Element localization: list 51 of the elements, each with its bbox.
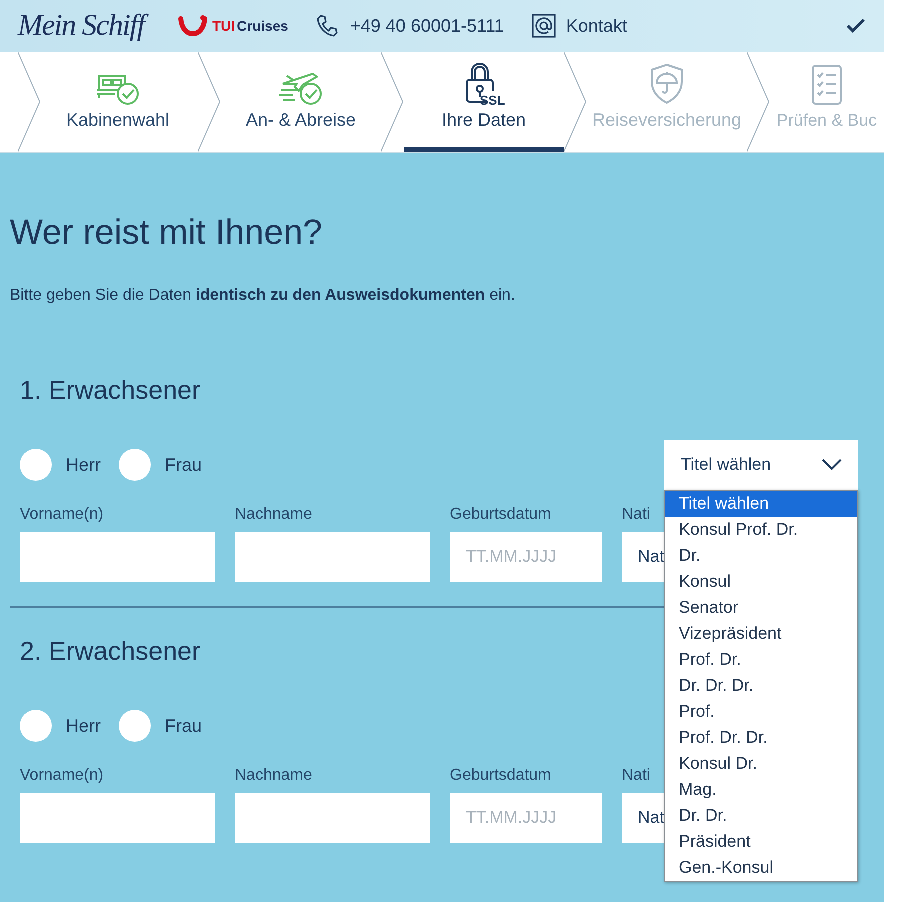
dropdown-option[interactable]: Dr. Dr. Dr. <box>665 673 857 699</box>
dropdown-option[interactable]: Gen.-Konsul <box>665 855 857 881</box>
salutation-radio[interactable]: Herr <box>20 449 101 481</box>
field-label: Geburtsdatum <box>450 767 552 785</box>
checklist-icon <box>810 63 844 107</box>
input-field[interactable] <box>20 532 215 582</box>
contact-link[interactable]: Kontakt <box>566 16 628 36</box>
input-field[interactable]: TT.MM.JJJJ <box>450 793 602 843</box>
page-title: Wer reist mit Ihnen? <box>10 213 324 253</box>
partner-logo-text: Cruises <box>237 18 288 34</box>
input-field[interactable] <box>235 793 430 843</box>
field-label: Vorname(n) <box>20 767 105 785</box>
field-label: Nachname <box>235 506 314 524</box>
phone-link[interactable]: +49 40 60001-5111 <box>350 16 504 36</box>
field-label: Geburtsdatum <box>450 506 552 524</box>
dropdown-option[interactable]: Titel wählen <box>665 491 857 517</box>
title-dropdown[interactable]: Titel wählen <box>664 440 858 490</box>
salutation-radio[interactable]: Frau <box>119 449 202 481</box>
field-label: Nati <box>622 767 652 785</box>
step-tab[interactable]: Kabinenwahl <box>38 52 198 152</box>
dropdown-option[interactable]: Mag. <box>665 777 857 803</box>
dropdown-option[interactable]: Prof. Dr. Dr. <box>665 725 857 751</box>
step-tab[interactable]: An- & Abreise <box>221 52 381 152</box>
salutation-radio[interactable]: Frau <box>119 710 202 742</box>
at-sign-icon <box>532 14 556 38</box>
input-field[interactable]: TT.MM.JJJJ <box>450 532 602 582</box>
chevron-down-icon <box>822 459 842 471</box>
phone-icon <box>316 14 340 38</box>
field-label: Nachname <box>235 767 314 785</box>
intro-text: Bitte geben Sie die Daten identisch zu den Ausweisdokumenten ein. <box>10 287 516 305</box>
dropdown-option[interactable]: Konsul <box>665 569 857 595</box>
partner-logo-text: TUI <box>212 18 236 34</box>
check-icon <box>846 18 866 34</box>
brand-logo[interactable]: Mein Schiff <box>18 7 150 45</box>
input-field[interactable] <box>20 793 215 843</box>
dropdown-option[interactable]: Prof. Dr. <box>665 647 857 673</box>
dropdown-option[interactable]: Konsul Dr. <box>665 751 857 777</box>
dropdown-option[interactable]: Konsul Prof. Dr. <box>665 517 857 543</box>
dropdown-option[interactable]: Prof. <box>665 699 857 725</box>
dropdown-option[interactable]: Präsident <box>665 829 857 855</box>
dropdown-option[interactable]: Dr. Dr. <box>665 803 857 829</box>
dropdown-option[interactable]: Dr. <box>665 543 857 569</box>
field-label: Vorname(n) <box>20 506 105 524</box>
section-heading: 1. Erwachsener <box>20 375 201 406</box>
smile-logo-icon <box>178 15 208 37</box>
field-label: Nati <box>622 506 652 524</box>
section-heading: 2. Erwachsener <box>20 636 201 667</box>
salutation-radio[interactable]: Herr <box>20 710 101 742</box>
input-field[interactable] <box>235 532 430 582</box>
dropdown-option[interactable]: Senator <box>665 595 857 621</box>
dropdown-option[interactable]: Vizepräsident <box>665 621 857 647</box>
